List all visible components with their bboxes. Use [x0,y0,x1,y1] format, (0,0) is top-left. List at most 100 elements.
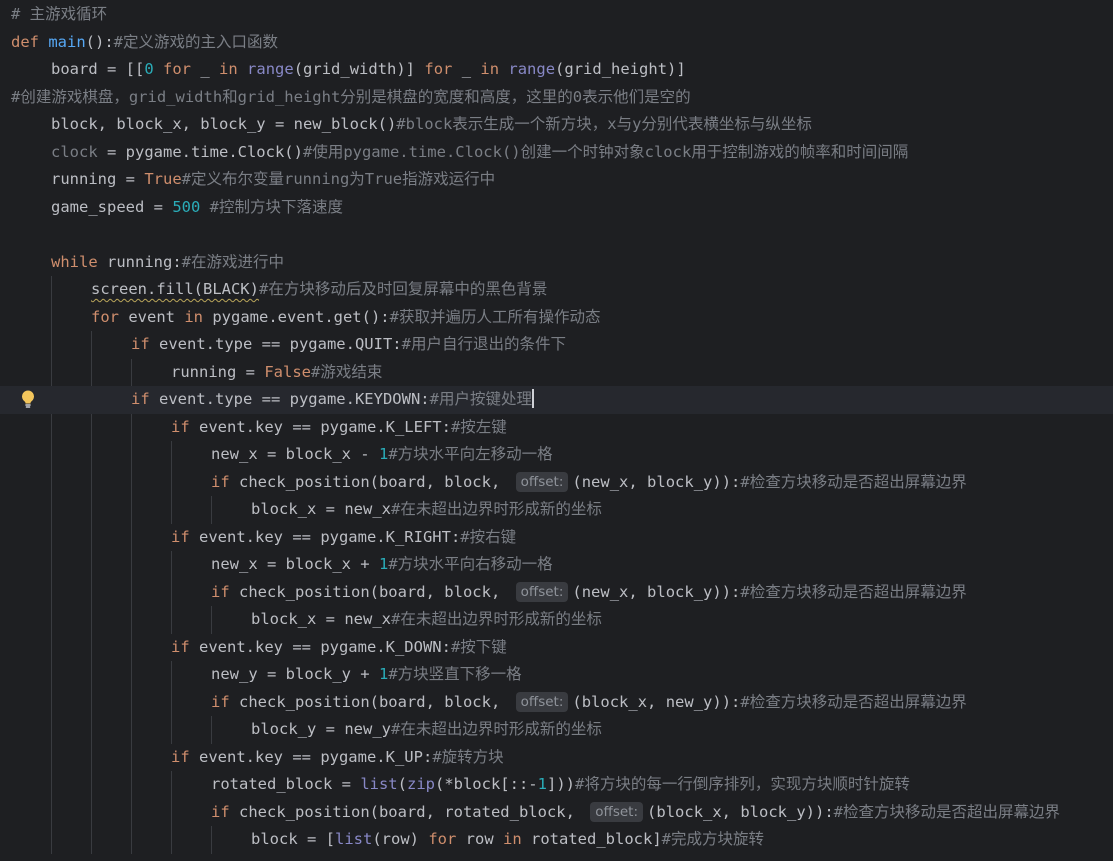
code-token: event.key == pygame.K_DOWN: [189,637,451,656]
code-token: rotated_block] [521,830,662,848]
code-line[interactable]: if event.type == pygame.QUIT:#用户自行退出的条件下 [0,331,1113,359]
code-line[interactable]: block_x = new_x#在未超出边界时形成新的坐标 [0,606,1113,634]
code-line[interactable]: if event.key == pygame.K_UP:#旋转方块 [0,744,1113,772]
code-line[interactable]: rotated_block = list(zip(*block[::-1]))#… [0,771,1113,799]
code-token: 1 [378,445,389,463]
code-line[interactable]: block_y = new_y#在未超出边界时形成新的坐标 [0,716,1113,744]
code-token: (block_x, new_y)): [572,692,741,711]
code-token: check_position(board, block, [229,692,510,711]
code-token: False [264,362,311,381]
code-line[interactable]: if event.key == pygame.K_RIGHT:#按右键 [0,524,1113,552]
code-token: def [11,32,39,51]
code-line[interactable]: new_x = block_x - 1#方块水平向左移动一格 [0,441,1113,469]
code-token: event.type == pygame.QUIT: [149,335,402,353]
code-editor[interactable]: # 主游戏循环 def main():#定义游戏的主入口函数 board = [[0… [0,0,1113,861]
code-token: if [171,527,190,546]
code-line[interactable]: screen.fill(BLACK)#在方块移动后及时回复屏幕中的黑色背景 [0,276,1113,304]
code-line[interactable]: if check_position(board, block, offset:(… [0,689,1113,717]
code-token: #定义布尔变量running为True指游戏运行中 [181,170,496,188]
code-token: if [171,747,190,766]
code-line[interactable]: block = [list(row) for row in rotated_bl… [0,826,1113,854]
code-token: new_x = block_x + [211,555,379,573]
code-token: while [51,252,98,271]
code-token: #用户自行退出的条件下 [401,335,566,353]
code-line[interactable]: running = True#定义布尔变量running为True指游戏运行中 [0,166,1113,194]
code-line[interactable]: block_x = new_x#在未超出边界时形成新的坐标 [0,496,1113,524]
code-token: (grid_height)] [555,60,686,78]
code-token: #block表示生成一个新方块，x与y分别代表横坐标与纵坐标 [396,115,812,133]
code-token: check_position(board, block, [229,472,510,491]
code-token: (new_x, block_y)): [572,582,741,601]
code-line[interactable]: # 主游戏循环 [0,1,1113,29]
code-token: 1 [378,665,389,683]
code-line[interactable]: if check_position(board, block, offset:(… [0,579,1113,607]
code-token: check_position(board, rotated_block, [229,802,585,821]
code-token: #旋转方块 [432,747,504,766]
code-token: (block_x, block_y)): [647,802,834,821]
code-token: block_x = new_x [251,610,391,628]
code-token: ])) [546,775,575,793]
code-token: (grid_width)] [293,60,425,78]
code-line[interactable]: if check_position(board, block, offset:(… [0,469,1113,497]
code-token: #检查方块移动是否超出屏幕边界 [740,472,967,491]
code-token: # 主游戏循环 [11,5,108,23]
code-line[interactable]: new_y = block_y + 1#方块竖直下移一格 [0,661,1113,689]
parameter-hint: offset: [590,801,644,822]
code-token: #方块竖直下移一格 [388,665,522,683]
code-line[interactable]: new_x = block_x + 1#方块水平向右移动一格 [0,551,1113,579]
code-token: #在方块移动后及时回复屏幕中的黑色背景 [258,280,548,298]
code-token: range [247,60,294,78]
code-line[interactable]: for event in pygame.event.get():#获取并遍历人工… [0,304,1113,332]
code-token: #按左键 [450,417,507,436]
code-token: in [219,60,238,78]
code-token: pygame.event.get(): [203,307,390,326]
code-line[interactable]: game_speed = 500 #控制方块下落速度 [0,194,1113,222]
code-token: running = [51,170,145,188]
code-token: _ [452,60,481,78]
code-line[interactable]: block, block_x, block_y = new_block()#bl… [0,111,1113,139]
code-line[interactable] [0,221,1113,249]
code-token: if [211,582,230,601]
code-token: for [424,60,453,78]
code-token: running = [171,362,265,381]
code-token: ( [397,775,407,793]
code-line[interactable]: clock = pygame.time.Clock()#使用pygame.tim… [0,139,1113,167]
code-token: event [119,307,185,326]
code-token: for [91,307,119,326]
code-line[interactable]: if event.key == pygame.K_DOWN:#按下键 [0,634,1113,662]
code-token: event.key == pygame.K_LEFT: [189,417,451,436]
code-token: in [184,307,203,326]
code-line[interactable]: if event.key == pygame.K_LEFT:#按左键 [0,414,1113,442]
code-token: 0 [144,60,154,78]
code-token: _ [191,60,220,78]
code-token: (new_x, block_y)): [572,472,741,491]
code-line[interactable]: def main():#定义游戏的主入口函数 [0,29,1113,57]
code-token: event.key == pygame.K_RIGHT: [189,527,461,546]
code-line[interactable]: while running:#在游戏进行中 [0,249,1113,277]
code-token: (row) [372,830,429,848]
code-token: #在未超出边界时形成新的坐标 [390,720,602,738]
code-token: #检查方块移动是否超出屏幕边界 [740,692,967,711]
code-line[interactable]: if check_position(board, rotated_block, … [0,799,1113,827]
code-line[interactable]: if event.type == pygame.KEYDOWN:#用户按键处理 [0,386,1113,414]
code-token: main [48,32,86,51]
code-token: #使用pygame.time.Clock()创建一个时钟对象clock用于控制游… [302,142,909,161]
code-token: #方块水平向右移动一格 [388,555,553,573]
lightbulb-icon[interactable] [19,389,37,409]
code-line[interactable]: board = [[0 for _ in range(grid_width)] … [0,56,1113,84]
code-token: game_speed = [51,197,173,216]
code-token: if [211,692,230,711]
code-token: #检查方块移动是否超出屏幕边界 [833,802,1061,821]
code-token: #按右键 [460,527,517,546]
code-token: new_y = block_y + [211,665,379,683]
code-line[interactable]: #创建游戏棋盘，grid_width和grid_height分别是棋盘的宽度和高… [0,84,1113,112]
code-line[interactable]: running = False#游戏结束 [0,359,1113,387]
code-token: zip [406,775,435,793]
code-token: list [360,775,398,793]
code-token: in [503,830,522,848]
